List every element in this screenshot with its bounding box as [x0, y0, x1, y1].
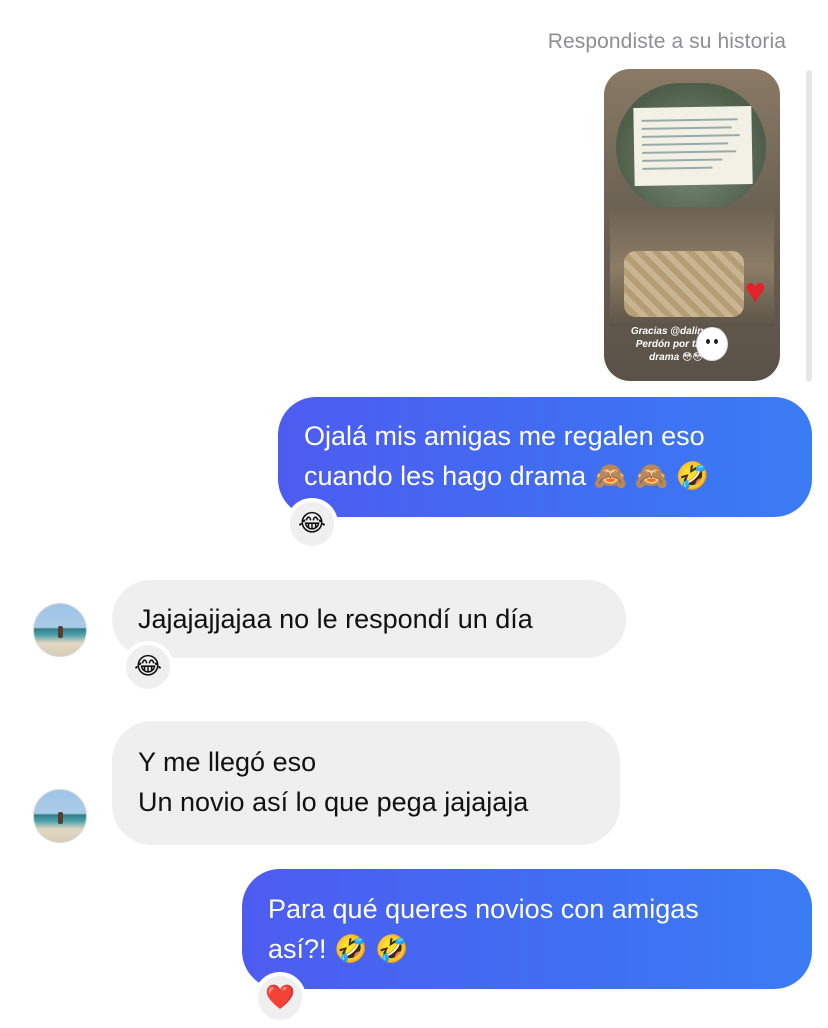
heart-sticker-icon: ♥	[744, 270, 766, 311]
story-photo-note	[616, 83, 766, 211]
avatar-figure	[58, 626, 63, 638]
message-text: Un novio así lo que pega jajajaja	[138, 787, 529, 817]
story-photo-basket: ♥	[610, 207, 774, 327]
contact-avatar[interactable]	[33, 789, 87, 843]
message-text: así?! 🤣 🤣	[268, 934, 409, 964]
message-text: Para qué queres novios con amigas	[268, 894, 699, 924]
message-text: Jajajajjajaa no le respondí un día	[138, 604, 533, 634]
message-bubble-incoming[interactable]: Jajajajjajaa no le respondí un día	[112, 580, 626, 658]
reaction-laugh-icon[interactable]: 😂	[286, 498, 338, 550]
story-reply-label: Respondiste a su historia	[547, 30, 786, 53]
message-text: Y me llegó eso	[138, 747, 317, 777]
reaction-heart-icon[interactable]: ❤️	[254, 972, 306, 1024]
message-bubble-outgoing[interactable]: Ojalá mis amigas me regalen eso cuando l…	[278, 397, 812, 517]
scrollbar[interactable]	[806, 70, 812, 382]
gift-basket	[624, 251, 744, 317]
reaction-laugh-icon[interactable]: 😂	[122, 641, 174, 693]
avatar-figure	[58, 812, 63, 824]
message-bubble-outgoing[interactable]: Para qué queres novios con amigas así?! …	[242, 869, 812, 989]
story-note-card	[633, 105, 753, 187]
contact-avatar[interactable]	[33, 603, 87, 657]
story-thumbnail[interactable]: ♥ Gracias @dalinego Perdón por tanto dra…	[604, 69, 780, 381]
message-bubble-incoming[interactable]: Y me llegó eso Un novio así lo que pega …	[112, 721, 620, 845]
message-text: Ojalá mis amigas me regalen eso	[304, 421, 705, 451]
cartoon-sticker-icon	[696, 327, 728, 361]
message-text: cuando les hago drama 🙈 🙈 🤣	[304, 461, 710, 491]
